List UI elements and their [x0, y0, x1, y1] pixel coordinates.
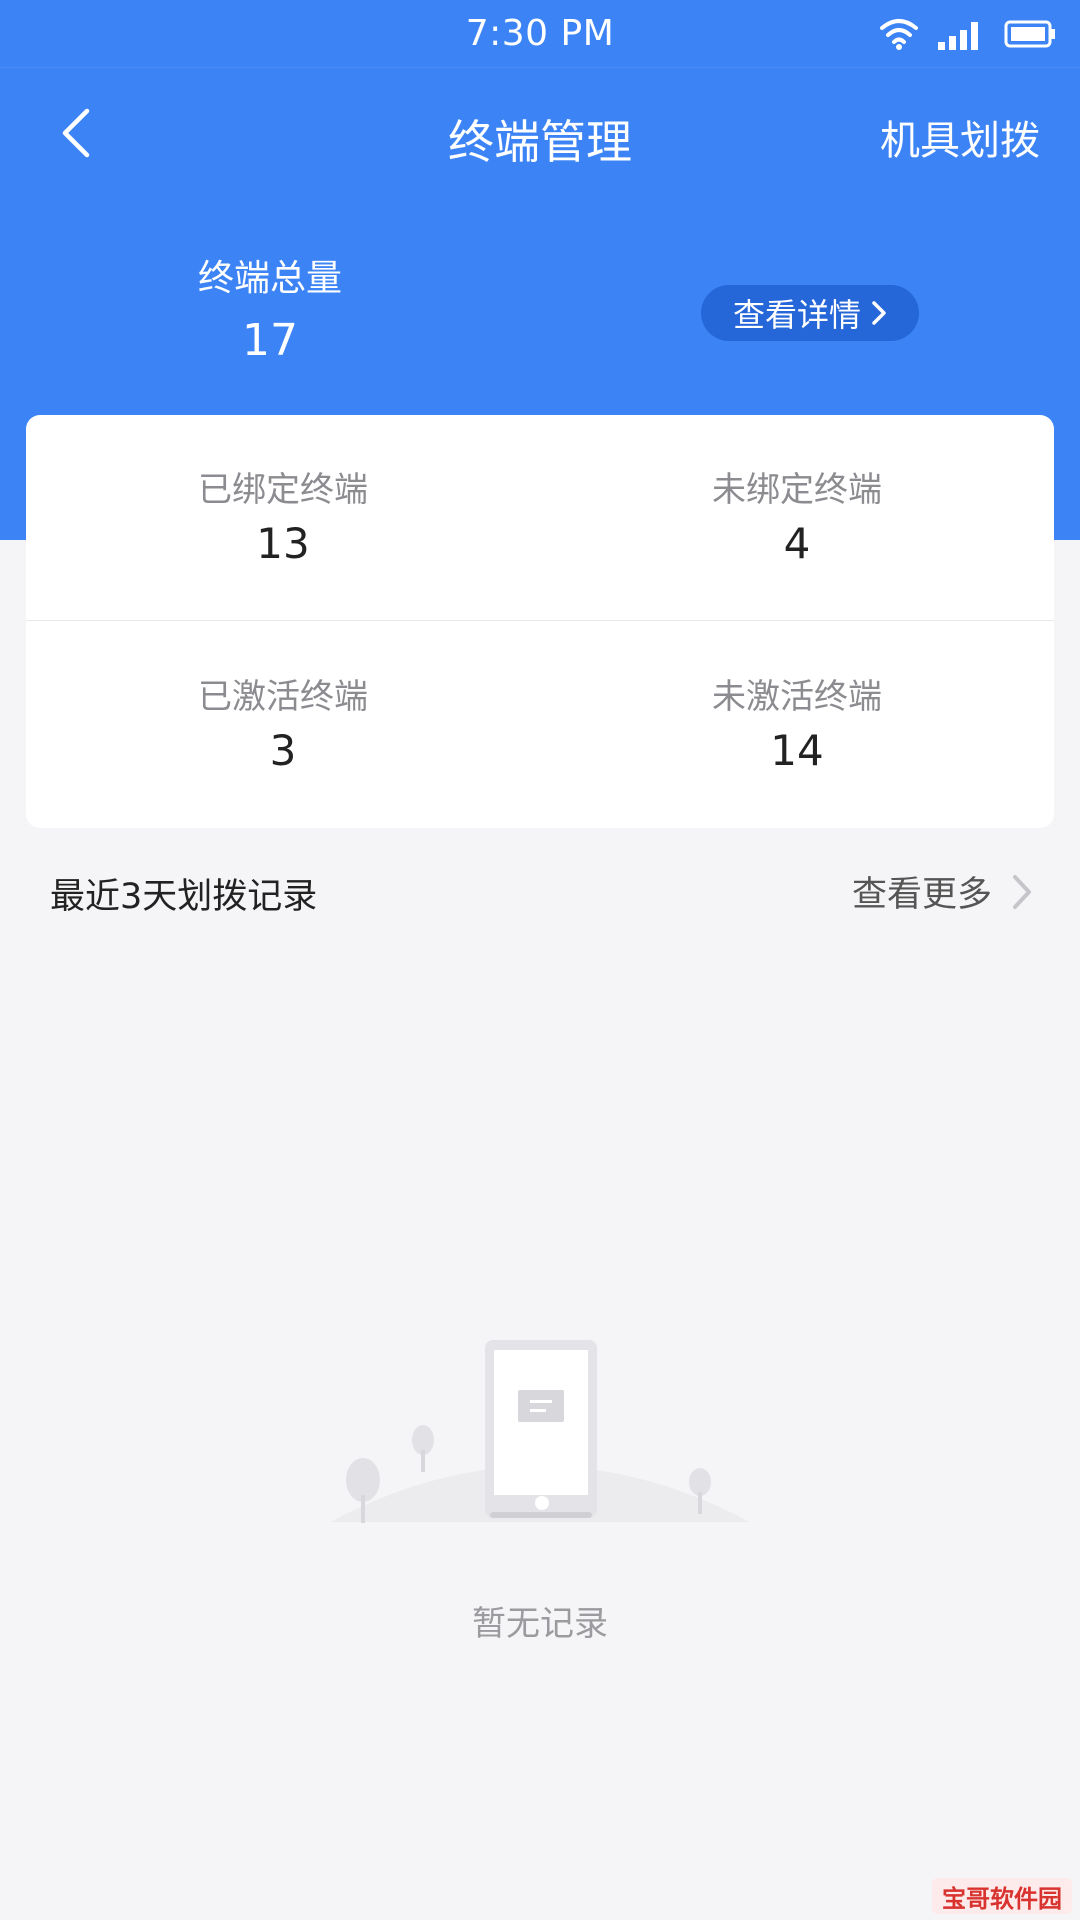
- stat-unbound[interactable]: 未绑定终端 4: [540, 415, 1054, 621]
- transfer-button[interactable]: 机具划拨: [880, 108, 1040, 166]
- stat-bound[interactable]: 已绑定终端 13: [26, 415, 540, 621]
- stat-value: 3: [269, 726, 297, 775]
- status-time: 7:30 PM: [465, 13, 615, 54]
- stat-label: 已绑定终端: [198, 470, 368, 510]
- stats-row: 已激活终端 3 未激活终端 14: [26, 622, 1054, 828]
- chevron-right-icon: [872, 301, 886, 325]
- view-details-label: 查看详情: [732, 296, 861, 334]
- stat-value: 13: [256, 519, 310, 568]
- stat-label: 已激活终端: [198, 677, 368, 717]
- status-icons: [880, 16, 1056, 52]
- view-more-button[interactable]: 查看更多: [852, 866, 1032, 917]
- battery-icon: [1004, 20, 1055, 48]
- total-label: 终端总量: [197, 258, 342, 299]
- stat-value: 4: [783, 519, 811, 568]
- total-summary: 终端总量 17: [170, 252, 370, 372]
- records-title: 最近3天划拨记录: [50, 877, 318, 917]
- total-value: 17: [242, 315, 298, 366]
- view-more-label: 查看更多: [851, 875, 992, 915]
- stat-label: 未激活终端: [712, 677, 882, 717]
- view-details-button[interactable]: 查看详情: [701, 285, 919, 341]
- chevron-right-icon: [1013, 874, 1031, 909]
- records-header: 最近3天划拨记录 查看更多: [0, 858, 1080, 928]
- stat-label: 未绑定终端: [712, 470, 882, 510]
- nav-bar: 终端管理 机具划拨: [0, 70, 1080, 200]
- terminal-management-screen: 7:30 PM 终端管理 机具划拨 终端总量 17 查看详情 已绑定终端 13 …: [0, 0, 1080, 1920]
- stat-value: 14: [770, 726, 824, 775]
- empty-state-illustration: [330, 1340, 750, 1523]
- signal-icon: [938, 22, 978, 50]
- stat-activated[interactable]: 已激活终端 3: [26, 622, 540, 828]
- empty-state-text: 暂无记录: [472, 1604, 608, 1644]
- wifi-icon: [880, 19, 918, 50]
- stats-card: 已绑定终端 13 未绑定终端 4 已激活终端 3 未激活终端 14: [26, 415, 1054, 828]
- status-bar: 7:30 PM: [0, 0, 1080, 68]
- stats-row: 已绑定终端 13 未绑定终端 4: [26, 415, 1054, 621]
- watermark-logo: 宝哥软件园: [932, 1878, 1072, 1914]
- stat-inactive[interactable]: 未激活终端 14: [540, 622, 1054, 828]
